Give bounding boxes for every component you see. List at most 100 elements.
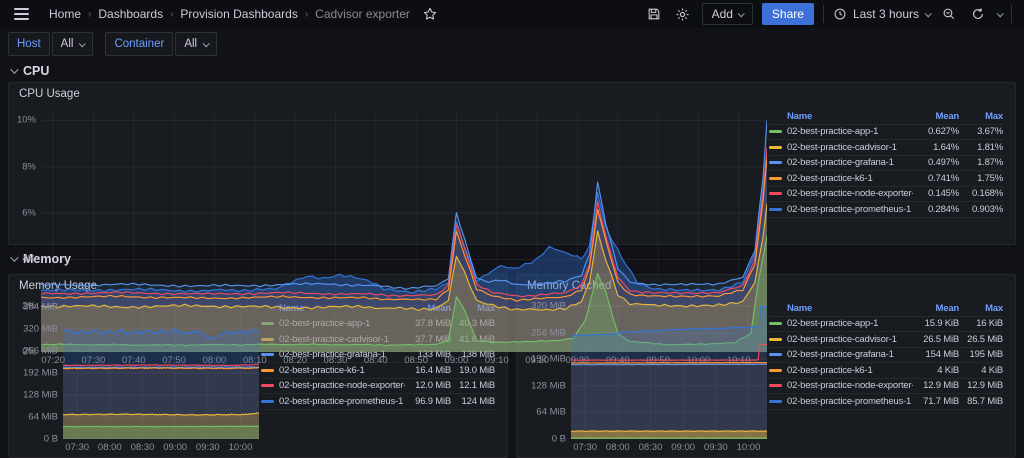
legend-series-name[interactable]: 02-best-practice-grafana-1 (787, 157, 913, 168)
y-tick-label: 256 MiB (531, 327, 566, 339)
legend-series-name[interactable]: 02-best-practice-cadvisor-1 (787, 142, 913, 153)
star-icon[interactable] (420, 4, 440, 24)
legend-series-name[interactable]: 02-best-practice-k6-1 (787, 365, 913, 376)
series-color-swatch (261, 399, 274, 403)
y-tick-label: 64 MiB (536, 406, 566, 418)
panel-cpu-usage: CPU Usage 0% 2% 4% 6% 8% 10% 07:20 07:30 07:40 0… (8, 82, 1016, 366)
legend-col-mean[interactable]: Mean (913, 303, 960, 314)
y-tick-label: 192 MiB (23, 367, 58, 379)
y-tick-label: 6% (22, 207, 36, 219)
variable-container-value: All (184, 38, 198, 50)
breadcrumb-separator: › (88, 8, 92, 20)
y-tick-label: 0 B (43, 433, 58, 445)
legend-max-value: 0.903% (971, 203, 1003, 215)
legend: Name Mean Max 02-best-practice-app-1 15.… (767, 296, 1011, 455)
memory-cached-chart: 0 B 64 MiB 128 MiB 192 MiB 256 MiB 320 MiB 07… (523, 296, 767, 455)
add-button[interactable]: Add (701, 3, 753, 25)
legend-max-value: 16 KiB (976, 318, 1003, 330)
legend-mean-value: 154 MiB (925, 349, 960, 361)
legend-max-value: 85.7 MiB (967, 395, 1003, 407)
variable-container-value-dropdown[interactable]: All (175, 32, 218, 56)
legend-col-name[interactable]: Name (787, 303, 913, 314)
cpu-usage-chart: 0% 2% 4% 6% 8% 10% 07:20 07:30 07:40 07:50 08:00 0… (15, 104, 767, 366)
nav-actions: Add Share Last 3 hours (644, 3, 1012, 25)
save-dashboard-icon[interactable] (644, 4, 664, 24)
y-tick-label: 8% (22, 161, 36, 173)
legend-series-name[interactable]: 02-best-practice-prometheus-1 (279, 396, 405, 407)
share-button-label: Share (771, 7, 804, 21)
x-tick-label: 08:40 (363, 355, 388, 366)
top-nav: Home › Dashboards › Provision Dashboards… (0, 0, 1024, 28)
y-tick-label: 4% (22, 253, 36, 265)
legend-series-name[interactable]: 02-best-practice-k6-1 (787, 173, 913, 184)
y-tick-label: 0 B (551, 433, 566, 445)
variable-host-value: All (60, 38, 74, 50)
variable-host: Host All (8, 32, 94, 56)
menu-icon[interactable] (12, 6, 31, 22)
legend-col-mean[interactable]: Mean (913, 111, 960, 122)
legend-max-value: 124 MiB (461, 395, 496, 407)
y-tick-label: 256 MiB (23, 345, 58, 357)
section-row-cpu[interactable]: CPU (0, 60, 1024, 82)
legend-series-name[interactable]: 02-best-practice-prometheus-1 (787, 396, 913, 407)
legend-col-name[interactable]: Name (787, 111, 913, 122)
legend-row: 02-best-practice-app-1 15.9 KiB 16 KiB (769, 317, 1003, 332)
series-color-swatch (769, 130, 782, 134)
dashboard-settings-icon[interactable] (673, 4, 693, 24)
breadcrumb-dashboards[interactable]: Dashboards (98, 7, 163, 21)
series-color-swatch (769, 145, 782, 149)
legend-header: Name Mean Max (769, 301, 1003, 317)
legend-max-value: 26.5 MiB (967, 333, 1003, 345)
variable-host-value-dropdown[interactable]: All (51, 32, 94, 56)
variable-container-label[interactable]: Container (105, 32, 174, 56)
x-tick-label: 09:30 (195, 442, 220, 453)
panel-title[interactable]: CPU Usage (9, 83, 1015, 102)
legend-series-name[interactable]: 02-best-practice-app-1 (787, 318, 913, 329)
legend-series-name[interactable]: 02-best-practice-node-exporter-1 (787, 380, 913, 391)
legend-series-name[interactable]: 02-best-practice-app-1 (787, 126, 913, 137)
breadcrumb-home[interactable]: Home (49, 7, 81, 21)
time-range-label: Last 3 hours (852, 7, 919, 21)
y-tick-label: 320 MiB (23, 323, 58, 335)
y-tick-label: 128 MiB (23, 389, 58, 401)
share-button[interactable]: Share (761, 3, 814, 25)
clock-icon (834, 8, 846, 20)
chevron-down-icon (924, 9, 932, 17)
x-tick-label: 08:20 (283, 355, 307, 366)
legend: Name Mean Max 02-best-practice-app-1 0.6… (767, 104, 1011, 242)
legend-mean-value: 0.497% (927, 157, 959, 169)
legend-row: 02-best-practice-cadvisor-1 26.5 MiB 26.… (769, 332, 1003, 348)
variable-host-label[interactable]: Host (8, 32, 50, 56)
y-axis: 0 B 64 MiB 128 MiB 192 MiB 256 MiB 320 MiB 384… (15, 301, 63, 444)
legend-series-name[interactable]: 02-best-practice-node-exporter-1 (787, 188, 913, 199)
x-tick-label: 08:30 (638, 442, 663, 453)
y-tick-label: 10% (16, 114, 36, 126)
legend-mean-value: 0.284% (927, 203, 959, 215)
refresh-interval-dropdown[interactable] (996, 9, 1004, 17)
plot-area[interactable] (63, 302, 259, 439)
x-tick-label: 09:30 (703, 442, 728, 453)
legend-row: 02-best-practice-prometheus-1 0.284% 0.9… (769, 202, 1003, 218)
legend-col-max[interactable]: Max (959, 111, 1003, 122)
legend-col-max[interactable]: Max (959, 303, 1003, 314)
legend-series-name[interactable]: 02-best-practice-prometheus-1 (787, 204, 913, 215)
breadcrumb-provision-dashboards[interactable]: Provision Dashboards (180, 7, 297, 21)
series-color-swatch (769, 337, 782, 341)
time-range-picker[interactable]: Last 3 hours (833, 7, 932, 21)
x-tick-label: 08:50 (404, 355, 428, 366)
x-tick-label: 07:30 (573, 442, 598, 453)
series-color-swatch (261, 384, 274, 388)
x-tick-label: 08:30 (323, 355, 348, 366)
breadcrumb-separator: › (170, 8, 174, 20)
legend-series-name[interactable]: 02-best-practice-grafana-1 (787, 349, 913, 360)
legend-series-name[interactable]: 02-best-practice-node-exporter-1 (279, 380, 405, 391)
refresh-icon[interactable] (968, 4, 988, 24)
legend-mean-value: 0.627% (927, 126, 959, 138)
legend-series-name[interactable]: 02-best-practice-cadvisor-1 (787, 334, 913, 345)
x-tick-label: 09:10 (484, 355, 509, 366)
section-title-cpu: CPU (23, 64, 50, 78)
zoom-out-time-icon[interactable] (939, 4, 959, 24)
chevron-down-icon (737, 9, 745, 17)
plot-area[interactable] (571, 302, 767, 439)
legend-row: 02-best-practice-k6-1 0.741% 1.75% (769, 171, 1003, 187)
